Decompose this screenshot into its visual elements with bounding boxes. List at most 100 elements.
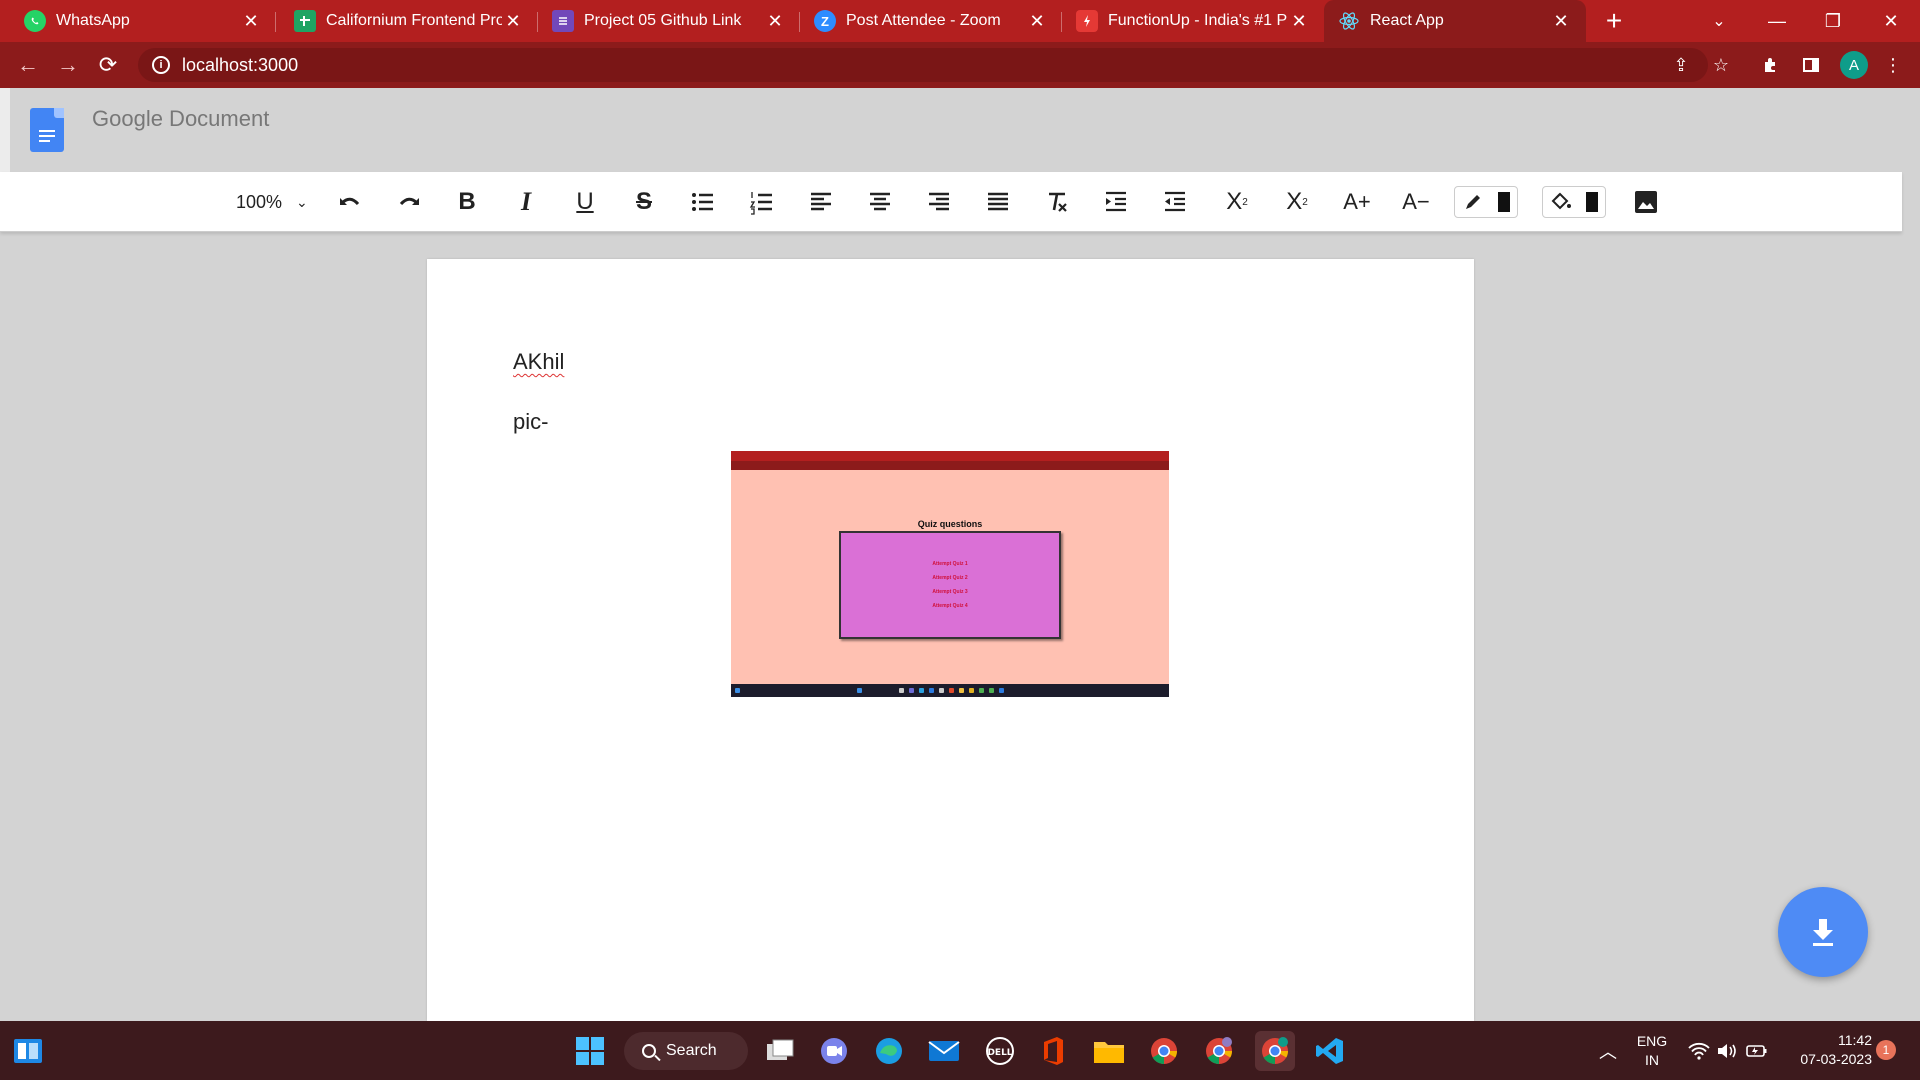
text-color-picker[interactable] [1454,186,1518,218]
file-explorer-icon[interactable] [1089,1031,1129,1071]
teams-chat-icon[interactable] [814,1031,854,1071]
embedded-screenshot-image[interactable]: Quiz questions Attempt Quiz 1 Attempt Qu… [731,451,1169,697]
bookmark-star-icon[interactable]: ☆ [1706,50,1736,80]
tab-title: Californium Frontend Proje [326,12,502,29]
app-title: Google Document [92,106,270,131]
edge-browser-icon[interactable] [869,1031,909,1071]
font-size-increase-button[interactable]: A+ [1339,182,1375,222]
vscode-icon[interactable] [1310,1031,1350,1071]
close-tab-icon[interactable]: ✕ [502,10,524,32]
screenshot-quiz-item: Attempt Quiz 2 [932,575,968,581]
show-hidden-icons-chevron[interactable]: ︿ [1588,1031,1628,1071]
redo-icon[interactable] [393,182,425,222]
windows-start-icon[interactable] [570,1031,610,1071]
font-size-decrease-button[interactable]: A− [1398,182,1434,222]
undo-icon[interactable] [334,182,366,222]
document-page[interactable]: AKhil pic- Quiz questions Attempt Quiz 1… [427,259,1474,1021]
screenshot-heading: Quiz questions [917,519,983,529]
chrome-profile-icon[interactable] [1199,1031,1239,1071]
tab-functionup[interactable]: FunctionUp - India's #1 Pla ✕ [1062,0,1324,42]
close-tab-icon[interactable]: ✕ [1026,10,1048,32]
back-button[interactable]: ← [8,45,48,85]
tab-title: Post Attendee - Zoom [846,12,1001,29]
react-icon [1338,10,1360,32]
subscript-icon[interactable]: X2 [1282,182,1312,222]
widgets-icon[interactable] [8,1031,48,1071]
chevron-down-icon: ⌄ [296,193,308,210]
mail-icon[interactable] [924,1031,964,1071]
minimize-button[interactable]: — [1752,0,1802,42]
download-icon [1813,919,1833,946]
dell-icon[interactable]: DELL [980,1031,1020,1071]
site-info-icon[interactable]: i [152,56,170,74]
editor-toolbar: 100% ⌄ B I U S X2 X2 A+ A− [0,172,1902,232]
align-left-icon[interactable] [805,182,837,222]
tab-whatsapp[interactable]: WhatsApp ✕ [0,0,276,42]
forward-button[interactable]: → [48,45,88,85]
tab-title: FunctionUp - India's #1 Pla [1108,12,1288,29]
search-label: Search [666,1042,717,1059]
address-bar[interactable]: i localhost:3000 [138,48,1708,82]
strikethrough-icon[interactable]: S [628,182,660,222]
paint-bucket-icon [1551,192,1571,210]
superscript-icon[interactable]: X2 [1222,182,1252,222]
browser-toolbar: ← → ⟳ i localhost:3000 ⇪ ☆ A ⋮ [0,42,1920,88]
align-center-icon[interactable] [864,182,896,222]
tab-project-github-link[interactable]: Project 05 Github Link ✕ [538,0,800,42]
close-tab-icon[interactable]: ✕ [1288,10,1310,32]
chrome-icon[interactable] [1144,1031,1184,1071]
new-tab-button[interactable]: + [1594,0,1634,42]
wifi-icon[interactable] [1686,1031,1712,1071]
text-color-swatch [1497,192,1510,212]
battery-icon[interactable] [1744,1031,1770,1071]
share-icon[interactable]: ⇪ [1666,50,1696,80]
browser-tab-strip: WhatsApp ✕ Californium Frontend Proje ✕ … [0,0,1920,42]
bulleted-list-icon[interactable] [687,182,719,222]
clear-formatting-icon[interactable] [1041,182,1073,222]
outdent-icon[interactable] [1159,182,1191,222]
zoom-select[interactable]: 100% ⌄ [236,182,316,222]
side-panel-icon[interactable] [1796,50,1826,80]
close-tab-icon[interactable]: ✕ [240,10,262,32]
reload-button[interactable]: ⟳ [88,45,128,85]
tab-zoom[interactable]: Z Post Attendee - Zoom ✕ [800,0,1062,42]
tab-react-app[interactable]: React App ✕ [1324,0,1586,42]
close-window-button[interactable]: ✕ [1866,0,1916,42]
tab-search-chevron-icon[interactable]: ⌄ [1694,0,1744,42]
italic-icon[interactable]: I [510,182,542,222]
align-right-icon[interactable] [923,182,955,222]
tab-californium-frontend[interactable]: Californium Frontend Proje ✕ [276,0,538,42]
download-button[interactable] [1778,887,1868,977]
google-sheets-icon [294,10,316,32]
screenshot-tab-strip [731,451,1169,461]
whatsapp-icon [24,10,46,32]
close-tab-icon[interactable]: ✕ [764,10,786,32]
extensions-puzzle-icon[interactable] [1756,50,1786,80]
document-text-line[interactable]: AKhil [513,349,564,375]
volume-icon[interactable] [1714,1031,1740,1071]
highlight-color-picker[interactable] [1542,186,1606,218]
underline-icon[interactable]: U [569,182,601,222]
task-view-icon[interactable] [760,1031,800,1071]
document-text-line[interactable]: pic- [513,409,548,435]
functionup-icon [1076,10,1098,32]
notification-badge[interactable]: 1 [1876,1040,1896,1060]
chrome-menu-icon[interactable]: ⋮ [1878,50,1908,80]
language-indicator[interactable]: ENG IN [1634,1032,1670,1070]
insert-image-icon[interactable] [1630,182,1662,222]
restore-button[interactable]: ❐ [1808,0,1858,42]
bold-icon[interactable]: B [451,182,483,222]
office-icon[interactable] [1033,1031,1073,1071]
tab-title: Project 05 Github Link [584,12,742,29]
close-tab-icon[interactable]: ✕ [1550,10,1572,32]
indent-icon[interactable] [1100,182,1132,222]
taskbar-search[interactable]: Search [624,1032,748,1070]
screenshot-quiz-item: Attempt Quiz 1 [932,561,968,567]
profile-avatar[interactable]: A [1840,51,1868,79]
region-code: IN [1645,1052,1659,1068]
align-justify-icon[interactable] [982,182,1014,222]
screenshot-quiz-box: Attempt Quiz 1 Attempt Quiz 2 Attempt Qu… [839,531,1061,639]
numbered-list-icon[interactable] [746,182,778,222]
clock[interactable]: 11:42 07-03-2023 [1782,1031,1872,1069]
chrome-active-icon[interactable] [1255,1031,1295,1071]
